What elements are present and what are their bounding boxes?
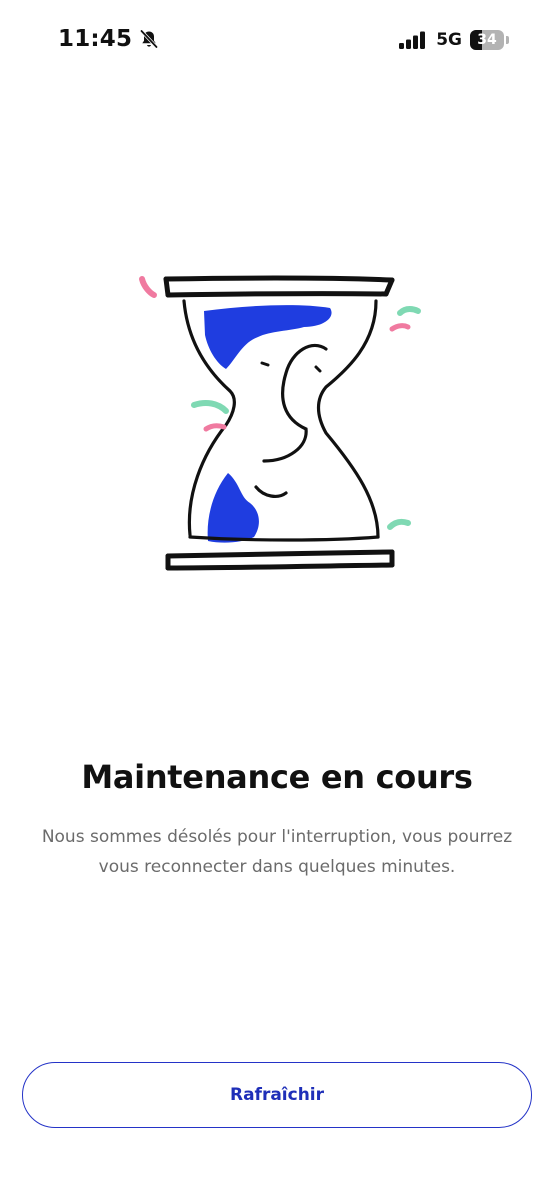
hourglass-top-sand	[204, 305, 332, 369]
status-time: 11:45	[58, 26, 133, 52]
status-right-group: 5G 34	[398, 30, 510, 50]
hourglass-bottom-sand	[207, 473, 259, 543]
maintenance-message: Nous sommes désolés pour l'interruption,…	[41, 827, 513, 877]
bell-slash-icon	[138, 28, 160, 50]
pink-accent-left	[203, 423, 227, 432]
hourglass-face	[262, 343, 328, 463]
hourglass-bottom-bar	[165, 549, 395, 559]
page-title: Maintenance en cours	[81, 758, 473, 796]
signal-bars-icon	[398, 30, 428, 50]
network-label: 5G	[436, 30, 462, 50]
battery-icon: 34	[470, 30, 510, 50]
green-accent-bottom-right	[387, 518, 411, 530]
status-bar: 11:45 5G 34	[0, 0, 554, 80]
green-accent-left	[191, 400, 229, 414]
pink-accent-right	[389, 323, 411, 332]
battery-level-text: 34	[477, 32, 497, 48]
battery-cap	[506, 36, 509, 44]
pink-accent-top-left	[139, 276, 157, 298]
hourglass-top-bar	[163, 275, 395, 283]
battery-body: 34	[470, 30, 504, 50]
hourglass-illustration	[130, 265, 430, 585]
refresh-button[interactable]: Rafraîchir	[22, 1062, 532, 1128]
green-accent-top-right	[397, 306, 421, 316]
status-time-group: 11:45	[58, 26, 160, 52]
